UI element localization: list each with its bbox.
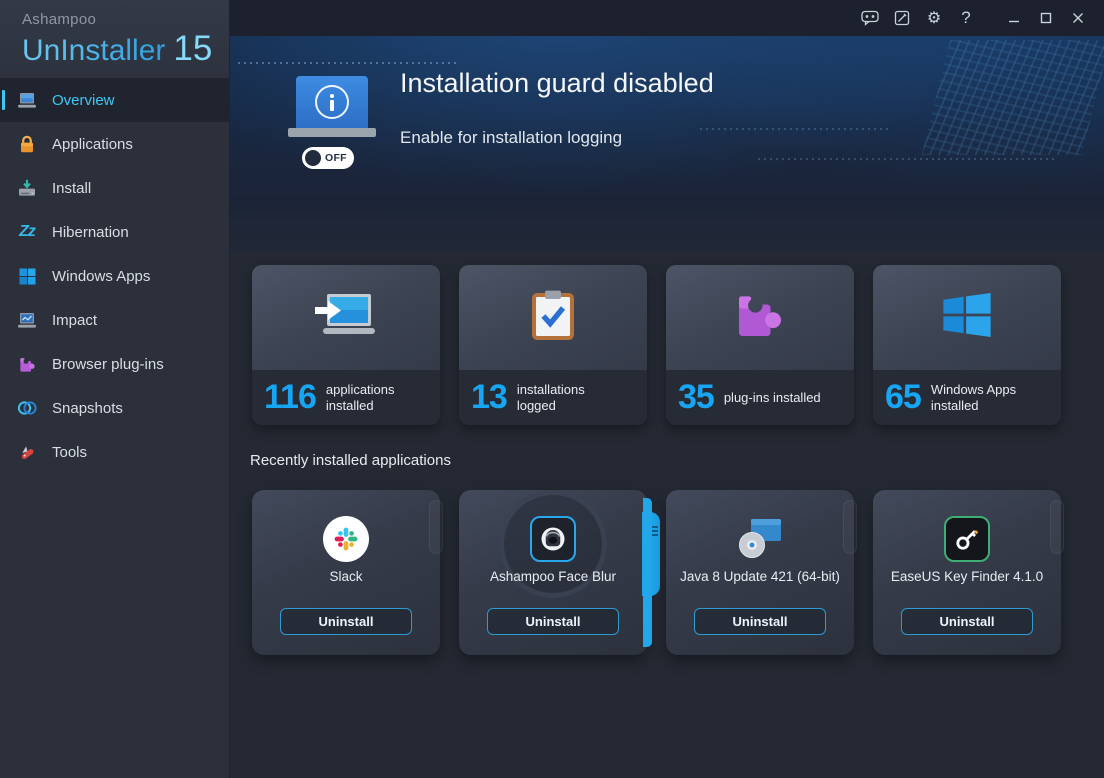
puzzle-icon (16, 354, 38, 374)
sidebar-item-applications[interactable]: Applications (0, 122, 229, 166)
guard-status-subtitle: Enable for installation logging (400, 128, 622, 148)
sidebar-nav: Overview Applications (0, 78, 229, 474)
uninstaller-window: ⚙ ? Ashampoo UnInstaller 15 (0, 0, 1104, 778)
sidebar-item-label: Install (52, 180, 91, 197)
card-tab-decor (843, 500, 857, 554)
active-indicator (2, 90, 5, 110)
clipboard-check-icon (531, 289, 575, 346)
guard-laptop-icon (288, 76, 376, 137)
maximize-button[interactable] (1030, 3, 1062, 33)
overview-content: 116 applications installed 13 (230, 252, 1104, 778)
dotted-line-decor (758, 158, 1058, 160)
windows-icon (16, 266, 38, 286)
uninstall-button[interactable]: Uninstall (694, 608, 826, 635)
sidebar-item-impact[interactable]: Impact (0, 298, 229, 342)
app-card-slack[interactable]: Slack Uninstall (252, 490, 440, 655)
product-version: 15 (173, 29, 212, 69)
sidebar-item-label: Impact (52, 312, 97, 329)
titlebar: ⚙ ? (230, 0, 1104, 36)
zz-icon: Zz (16, 222, 38, 242)
sidebar-item-tools[interactable]: Tools (0, 430, 229, 474)
sidebar-item-label: Hibernation (52, 224, 129, 241)
sidebar-item-label: Windows Apps (52, 268, 150, 285)
stat-card-windows-apps[interactable]: 65 Windows Apps installed (873, 265, 1061, 425)
sidebar-item-label: Applications (52, 136, 133, 153)
dotted-line-decor (700, 128, 890, 130)
app-name: Slack (252, 569, 440, 584)
laptop-icon (16, 90, 38, 110)
stat-card-plugins[interactable]: 35 plug-ins installed (666, 265, 854, 425)
notes-icon[interactable] (886, 3, 918, 33)
product-name: UnInstaller (22, 34, 165, 68)
swiss-knife-icon (16, 442, 38, 462)
toggle-knob (305, 150, 321, 166)
feedback-icon[interactable] (854, 3, 886, 33)
face-blur-icon (530, 516, 576, 562)
sidebar-item-hibernation[interactable]: Zz Hibernation (0, 210, 229, 254)
sidebar-item-label: Tools (52, 444, 87, 461)
chart-laptop-icon (16, 310, 38, 330)
binary-pattern-decor (922, 40, 1104, 155)
app-name: Ashampoo Face Blur (459, 569, 647, 584)
stat-label: plug-ins installed (724, 390, 821, 405)
minimize-button[interactable] (998, 3, 1030, 33)
stat-label: Windows Apps installed (931, 382, 1031, 413)
recent-apps-row: Slack Uninstall Ashampoo Face (252, 490, 1061, 655)
app-card-java[interactable]: Java 8 Update 421 (64-bit) Uninstall (666, 490, 854, 655)
sidebar-item-label: Snapshots (52, 400, 123, 417)
installation-guard-toggle[interactable]: OFF (302, 147, 354, 169)
stat-label: installations logged (517, 382, 617, 413)
app-logo: Ashampoo UnInstaller 15 (0, 0, 229, 78)
toggle-state-label: OFF (325, 152, 347, 164)
stat-card-applications[interactable]: 116 applications installed (252, 265, 440, 425)
app-card-easeus[interactable]: EaseUS Key Finder 4.1.0 Uninstall (873, 490, 1061, 655)
dotted-line-decor (238, 62, 460, 64)
sidebar-item-install[interactable]: Install (0, 166, 229, 210)
sidebar-item-windows-apps[interactable]: Windows Apps (0, 254, 229, 298)
slack-icon (323, 516, 369, 562)
puzzle-icon (732, 287, 788, 348)
laptop-arrow-icon (313, 292, 379, 343)
guard-status-title: Installation guard disabled (400, 68, 714, 99)
stat-value: 65 (885, 378, 921, 417)
windows-icon (940, 288, 994, 347)
card-tab-decor (1050, 500, 1064, 554)
stats-row: 116 applications installed 13 (252, 265, 1061, 425)
app-name: Java 8 Update 421 (64-bit) (666, 569, 854, 584)
stat-value: 35 (678, 378, 714, 417)
uninstall-button[interactable]: Uninstall (901, 608, 1033, 635)
sidebar-item-label: Browser plug-ins (52, 356, 164, 373)
sidebar-item-snapshots[interactable]: Snapshots (0, 386, 229, 430)
info-icon (330, 94, 334, 111)
app-name: EaseUS Key Finder 4.1.0 (873, 569, 1061, 584)
sidebar-item-label: Overview (52, 92, 115, 109)
app-card-face-blur[interactable]: Ashampoo Face Blur Uninstall (459, 490, 647, 655)
card-tab-decor (429, 500, 443, 554)
padlock-icon (16, 134, 38, 154)
installation-guard-banner: OFF Installation guard disabled Enable f… (230, 36, 1104, 252)
sidebar-item-browser-plugins[interactable]: Browser plug-ins (0, 342, 229, 386)
sidebar: Ashampoo UnInstaller 15 Overview (0, 0, 230, 778)
uninstall-button[interactable]: Uninstall (280, 608, 412, 635)
key-icon (944, 516, 990, 562)
close-button[interactable] (1062, 3, 1094, 33)
sidebar-item-overview[interactable]: Overview (0, 78, 229, 122)
brand-name: Ashampoo (22, 11, 229, 28)
help-icon[interactable]: ? (950, 3, 982, 33)
drive-install-icon (16, 178, 38, 198)
recent-apps-heading: Recently installed applications (250, 452, 451, 469)
stat-card-installations[interactable]: 13 installations logged (459, 265, 647, 425)
stat-value: 116 (264, 378, 316, 417)
stat-label: applications installed (326, 382, 426, 413)
settings-gear-icon[interactable]: ⚙ (918, 3, 950, 33)
stat-value: 13 (471, 378, 507, 417)
snapshot-circles-icon (16, 398, 38, 418)
java-cd-icon (737, 516, 783, 565)
uninstall-button[interactable]: Uninstall (487, 608, 619, 635)
